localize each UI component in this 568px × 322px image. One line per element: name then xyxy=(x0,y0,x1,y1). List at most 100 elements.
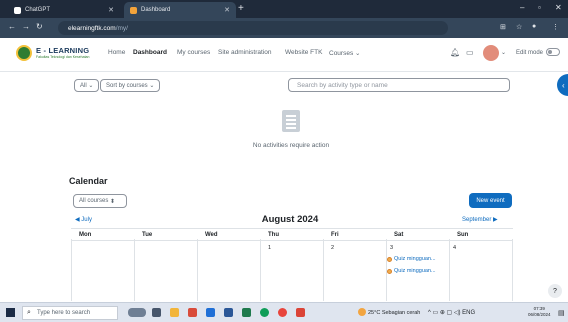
calendar-event[interactable]: Quiz mingguan... xyxy=(387,256,436,262)
chrome-icon[interactable] xyxy=(278,308,287,317)
reload-icon[interactable]: ↻ xyxy=(36,22,43,31)
windows-taskbar: ⌕ Type here to search 25°C Sebagian cera… xyxy=(0,302,568,322)
close-tab-icon[interactable]: ✕ xyxy=(108,6,114,14)
nav-courses[interactable]: Courses ⌄ xyxy=(329,49,360,57)
language-indicator[interactable]: ENG xyxy=(462,310,475,316)
new-event-button[interactable]: New event xyxy=(469,193,512,208)
taskbar-app-icon[interactable] xyxy=(296,308,305,317)
weekday-header: Thu xyxy=(268,232,279,238)
moodle-favicon-icon xyxy=(130,6,137,14)
windows-start-icon[interactable] xyxy=(6,308,15,317)
timeline-day-filter[interactable]: All ⌄ xyxy=(74,79,100,92)
current-month-title: August 2024 xyxy=(261,214,319,225)
close-tab-icon[interactable]: ✕ xyxy=(224,6,230,14)
notifications-bell-icon[interactable]: 🔔︎ xyxy=(450,48,460,57)
profile-icon[interactable]: ● xyxy=(532,23,536,30)
weekday-header: Wed xyxy=(205,232,218,238)
nav-website-ftk[interactable]: Website FTK xyxy=(285,49,322,56)
timeline-sort-select[interactable]: Sort by courses ⌄ xyxy=(100,79,161,92)
search-icon: ⌕ xyxy=(27,309,31,316)
brand-name: E - LEARNING xyxy=(36,46,90,55)
weather-icon[interactable] xyxy=(358,308,366,316)
calendar-column-divider xyxy=(323,239,324,301)
browser-tab-chatgpt[interactable]: ChatGPT ✕ xyxy=(8,2,120,18)
brand-subtitle: Fakultas Teknologi dan Kesehatan xyxy=(36,55,90,59)
calendar-column-divider xyxy=(512,239,513,301)
chatgpt-favicon-icon xyxy=(14,6,21,14)
extensions-icon[interactable]: ⊞ xyxy=(500,23,506,31)
calendar-column-divider xyxy=(260,239,261,301)
weekday-header: Sun xyxy=(457,232,469,238)
calendar-event[interactable]: Quiz mingguan... xyxy=(387,268,436,274)
weekday-header: Mon xyxy=(79,232,92,238)
forward-icon[interactable]: → xyxy=(22,22,30,31)
bookmark-star-icon[interactable]: ☆ xyxy=(516,23,522,31)
weekday-header: Fri xyxy=(331,232,339,238)
taskbar-clock[interactable]: 07:39 06/08/2024 xyxy=(528,306,551,318)
url-path: /my/ xyxy=(115,24,128,32)
taskbar-search-input[interactable]: ⌕ Type here to search xyxy=(22,306,118,320)
messages-icon[interactable]: ▭ xyxy=(466,48,474,57)
chevron-left-icon: ‹ xyxy=(562,80,565,90)
nav-dashboard[interactable]: Dashboard xyxy=(133,49,167,56)
back-icon[interactable]: ← xyxy=(8,22,16,31)
calendar-heading: Calendar xyxy=(69,176,108,186)
taskbar-app-icon[interactable] xyxy=(206,308,215,317)
browser-toolbar: ← → ↻ elearningftk.com /my/ ⊞ ☆ ● ⋮ xyxy=(0,18,568,38)
taskbar-app-icon[interactable] xyxy=(188,308,197,317)
calendar-column-divider xyxy=(449,239,450,301)
weekday-header: Tue xyxy=(142,232,153,238)
minimize-icon[interactable]: – xyxy=(520,3,524,12)
previous-month-link[interactable]: ◀ July xyxy=(75,216,92,223)
calendar-day-3[interactable]: 3 xyxy=(390,245,393,251)
url-host: elearningftk.com xyxy=(68,24,116,32)
calendar-month-grid: Mon Tue Wed Thu Fri Sat Sun 1 2 3 4 Quiz… xyxy=(71,228,513,301)
calendar-column-divider xyxy=(71,239,72,301)
calendar-course-select[interactable]: All courses ⬍ xyxy=(73,194,127,208)
site-header: E - LEARNING Fakultas Teknologi dan Kese… xyxy=(0,38,568,72)
chrome-icon[interactable] xyxy=(260,308,269,317)
no-activities-icon xyxy=(282,110,300,132)
site-logo-icon[interactable] xyxy=(16,45,32,61)
weather-text[interactable]: 25°C Sebagian cerah xyxy=(368,310,420,316)
calendar-column-divider xyxy=(197,239,198,301)
browser-tab-dashboard[interactable]: Dashboard ✕ xyxy=(124,2,236,18)
calendar-day-2[interactable]: 2 xyxy=(331,245,334,251)
quiz-event-icon xyxy=(387,268,392,274)
calendar-day-1[interactable]: 1 xyxy=(268,245,271,251)
system-tray[interactable]: ^ ▭ ⊕ ▢ ◁) ENG xyxy=(428,309,475,316)
task-view-icon[interactable] xyxy=(152,308,161,317)
edit-mode-toggle[interactable] xyxy=(546,48,560,56)
open-block-drawer-button[interactable]: ‹ xyxy=(557,74,568,96)
quiz-event-icon xyxy=(387,256,392,262)
calendar-day-4[interactable]: 4 xyxy=(453,245,456,251)
nav-site-administration[interactable]: Site administration xyxy=(218,49,271,56)
maximize-icon[interactable]: ▫ xyxy=(538,3,541,12)
calendar-header-divider xyxy=(71,240,513,241)
calendar-event-title: Quiz mingguan... xyxy=(394,256,436,262)
file-explorer-icon[interactable] xyxy=(170,308,179,317)
no-activities-message: No activities require action xyxy=(252,142,330,149)
close-window-icon[interactable]: ✕ xyxy=(555,3,562,12)
notification-center-icon[interactable]: ▤ xyxy=(558,309,565,317)
tab-title: Dashboard xyxy=(141,7,171,13)
excel-icon[interactable] xyxy=(242,308,251,317)
nav-my-courses[interactable]: My courses xyxy=(177,49,210,56)
weekday-header: Sat xyxy=(394,232,404,238)
address-bar[interactable]: elearningftk.com /my/ xyxy=(58,21,448,35)
chevron-down-icon[interactable]: ⌄ xyxy=(501,49,506,56)
taskbar-people-icon[interactable] xyxy=(128,308,146,317)
browser-tab-strip: ChatGPT ✕ Dashboard ✕ + – ▫ ✕ xyxy=(0,0,568,18)
calendar-event-title: Quiz mingguan... xyxy=(394,268,436,274)
timeline-search-input[interactable]: Search by activity type or name xyxy=(288,78,510,92)
help-button[interactable]: ? xyxy=(548,284,562,298)
user-avatar[interactable] xyxy=(483,45,499,61)
edit-mode-label: Edit mode xyxy=(516,50,544,56)
word-icon[interactable] xyxy=(224,308,233,317)
browser-menu-icon[interactable]: ⋮ xyxy=(552,23,559,31)
taskbar-search-placeholder: Type here to search xyxy=(37,310,91,316)
tab-title: ChatGPT xyxy=(25,7,51,13)
next-month-link[interactable]: September ▶ xyxy=(462,216,498,223)
nav-home[interactable]: Home xyxy=(108,49,125,56)
new-tab-button[interactable]: + xyxy=(238,3,244,14)
